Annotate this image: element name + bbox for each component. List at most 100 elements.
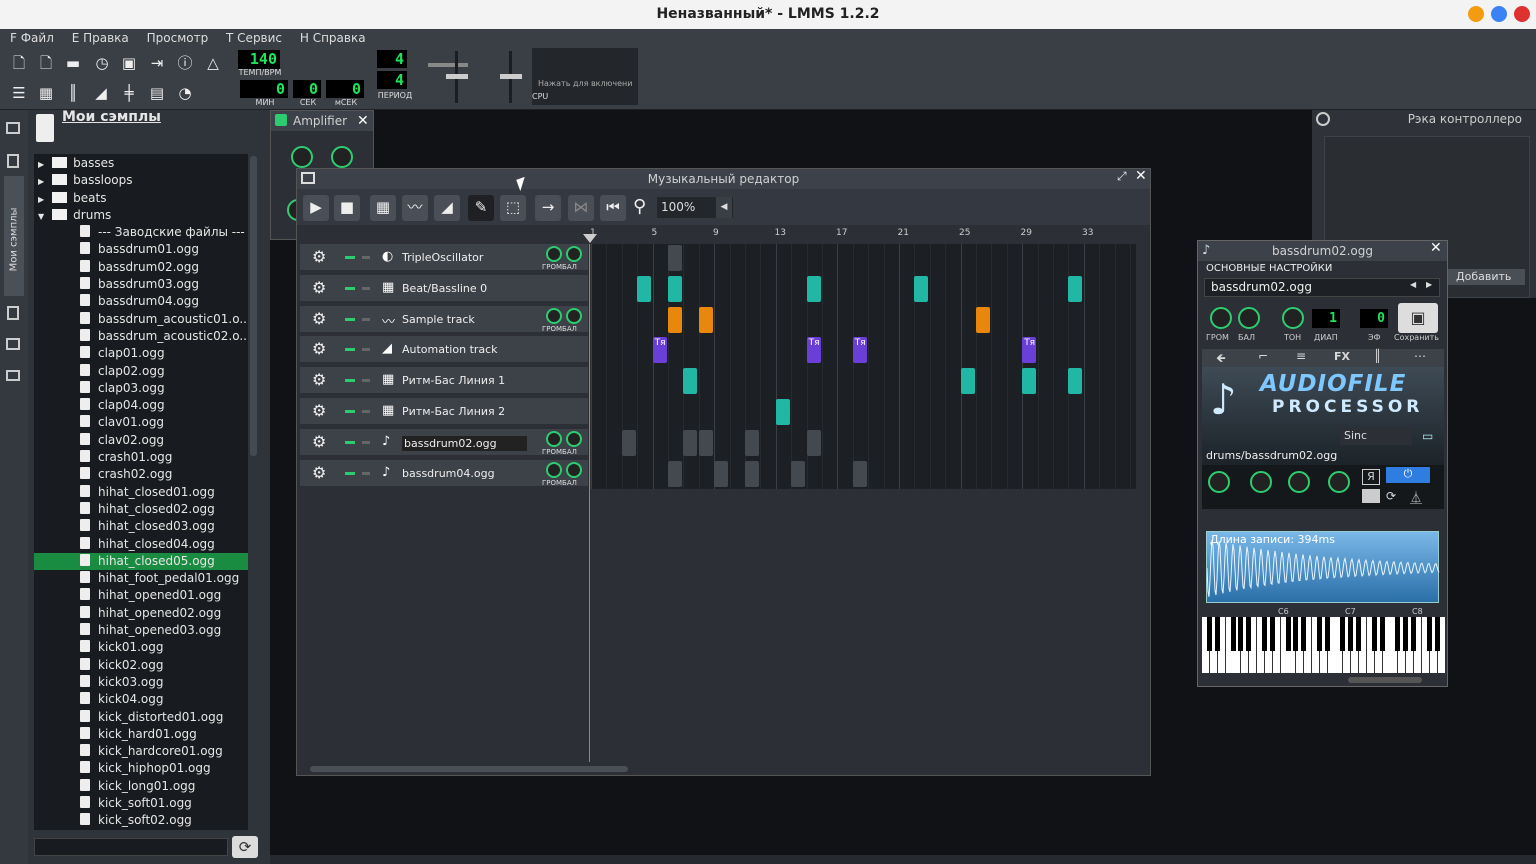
track-row[interactable]: ⚙ ▦ Ритм-Бас Линия 1: [300, 367, 588, 396]
add-controller-button[interactable]: Добавить: [1448, 269, 1525, 285]
file-item[interactable]: crash01.ogg: [34, 449, 248, 466]
misc-tab-icon[interactable]: ⋯: [1414, 349, 1426, 363]
piano-scrollbar[interactable]: [1348, 677, 1422, 683]
waveform-view[interactable]: Длина записи: 394ms: [1206, 531, 1440, 603]
stop-behavior-icon[interactable]: ⏮: [600, 195, 626, 221]
track-volume-knob[interactable]: [546, 461, 562, 478]
track-name[interactable]: Beat/Bassline 0: [402, 282, 487, 295]
file-item[interactable]: --- Заводские файлы ---: [34, 224, 248, 241]
track-pan-knob[interactable]: [566, 430, 582, 447]
gear-icon[interactable]: ⚙: [312, 309, 326, 328]
mute-toggle[interactable]: [345, 256, 355, 259]
pattern-block[interactable]: [806, 429, 821, 456]
pattern-block[interactable]: [683, 429, 698, 456]
pattern-block[interactable]: [791, 460, 806, 487]
file-item[interactable]: bassdrum_acoustic01.o...: [34, 311, 248, 328]
automation-editor-icon[interactable]: ◢: [89, 81, 113, 105]
close-icon[interactable]: ✕: [1135, 168, 1147, 184]
track-volume-knob[interactable]: [546, 246, 562, 262]
piano-keyboard[interactable]: [1202, 617, 1445, 673]
amplifier-title[interactable]: Amplifier ✕: [271, 111, 373, 131]
solo-toggle[interactable]: [362, 379, 370, 383]
midi-tab-icon[interactable]: ║: [1374, 349, 1381, 363]
file-item[interactable]: kick_hiphop01.ogg: [34, 760, 248, 777]
black-key[interactable]: [1426, 617, 1432, 651]
track-row[interactable]: ⚙ ♪ bassdrum04.ogg ГРОМБАЛ: [300, 459, 588, 488]
export-icon[interactable]: ⇥: [145, 51, 169, 75]
loop-icon[interactable]: ⟳: [1386, 489, 1396, 503]
pattern-block[interactable]: [714, 460, 729, 487]
amplify-knob[interactable]: [1208, 471, 1230, 493]
solo-toggle[interactable]: [362, 317, 370, 321]
pattern-block[interactable]: [668, 275, 682, 302]
file-item[interactable]: hihat_opened01.ogg: [34, 587, 248, 604]
pattern-block[interactable]: Тя: [806, 337, 821, 364]
pattern-block[interactable]: [698, 306, 713, 333]
pingpong-icon[interactable]: ⏅: [1410, 489, 1422, 506]
pattern-block[interactable]: [745, 460, 759, 487]
gear-icon[interactable]: ⚙: [312, 463, 326, 482]
loop-points-icon[interactable]: ⋈: [568, 195, 594, 221]
track-name[interactable]: Sample track: [402, 313, 475, 326]
black-key[interactable]: [1434, 617, 1440, 651]
file-item[interactable]: kick_soft01.ogg: [34, 795, 248, 812]
file-item[interactable]: bassdrum04.ogg: [34, 293, 248, 310]
file-item[interactable]: kick_distorted01.ogg: [34, 709, 248, 726]
file-item[interactable]: clap01.ogg: [34, 345, 248, 362]
file-item[interactable]: hihat_closed04.ogg: [34, 536, 248, 553]
pattern-block[interactable]: [683, 368, 698, 395]
pitch-knob[interactable]: [1282, 307, 1304, 329]
new-template-icon[interactable]: 🗋: [34, 51, 58, 75]
file-item[interactable]: hihat_foot_pedal01.ogg: [34, 570, 248, 587]
file-item[interactable]: hihat_closed02.ogg: [34, 501, 248, 518]
tree-scrollbar[interactable]: [250, 156, 257, 456]
menu-view[interactable]: Просмотр: [147, 31, 209, 45]
save-icon[interactable]: ▣: [117, 51, 141, 75]
menu-tools[interactable]: T Сервис: [226, 31, 282, 45]
file-item[interactable]: hihat_closed01.ogg: [34, 484, 248, 501]
pattern-block[interactable]: Тя: [1022, 337, 1037, 364]
track-row[interactable]: ⚙ 〰 Sample track ГРОМБАЛ: [300, 305, 588, 334]
mixer-icon[interactable]: ╪: [117, 81, 141, 105]
file-item[interactable]: kick02.ogg: [34, 657, 248, 674]
black-key[interactable]: [1340, 617, 1346, 651]
fx-tab[interactable]: FX: [1334, 350, 1350, 363]
track-volume-knob[interactable]: [546, 430, 562, 447]
menu-file[interactable]: F Файл: [10, 31, 54, 45]
track-name[interactable]: bassdrum04.ogg: [402, 467, 495, 480]
select-mode-icon[interactable]: ⬚: [500, 195, 526, 221]
mute-toggle[interactable]: [345, 410, 355, 413]
menu-edit[interactable]: E Правка: [72, 31, 129, 45]
file-item[interactable]: kick_hard01.ogg: [34, 726, 248, 743]
black-key[interactable]: [1395, 617, 1401, 651]
maximize-icon[interactable]: ⤢: [1117, 169, 1127, 184]
black-key[interactable]: [1230, 617, 1236, 651]
add-sample-track-icon[interactable]: 〰: [402, 195, 428, 221]
track-name[interactable]: bassdrum02.ogg: [402, 435, 527, 451]
pattern-block[interactable]: [621, 429, 636, 456]
my-samples-tab[interactable]: Мои сэмплы: [4, 176, 24, 296]
close-icon[interactable]: ✕: [357, 111, 369, 131]
playhead-marker[interactable]: [583, 234, 597, 243]
start-point-knob[interactable]: [1250, 471, 1272, 493]
new-file-icon[interactable]: 🗋: [7, 51, 31, 75]
file-item[interactable]: kick_soft02.ogg: [34, 812, 248, 829]
timeline[interactable]: 1 5 9 13 17 21 25 29 33: [590, 228, 1142, 242]
minimize-button[interactable]: [1468, 6, 1484, 22]
mute-toggle[interactable]: [345, 471, 355, 475]
time-sig-numerator[interactable]: 4: [377, 50, 407, 68]
pattern-block[interactable]: [852, 460, 867, 487]
black-key[interactable]: [1379, 617, 1385, 651]
mute-toggle[interactable]: [345, 317, 355, 321]
beat-editor-icon[interactable]: ▦: [34, 81, 58, 105]
track-row[interactable]: ⚙ ▦ Ритм-Бас Линия 2: [300, 398, 588, 426]
pattern-block[interactable]: [775, 399, 790, 425]
track-name[interactable]: Ритм-Бас Линия 2: [402, 405, 505, 418]
track-name[interactable]: TripleOscillator: [402, 251, 483, 264]
power-icon[interactable]: ⏻: [1386, 467, 1430, 483]
root-tab-icon[interactable]: [6, 338, 20, 350]
file-item[interactable]: hihat_opened03.ogg: [34, 622, 248, 639]
interpolation-select[interactable]: Sinc: [1340, 427, 1412, 445]
gear-icon[interactable]: ⚙: [312, 278, 326, 297]
black-key[interactable]: [1348, 617, 1354, 651]
